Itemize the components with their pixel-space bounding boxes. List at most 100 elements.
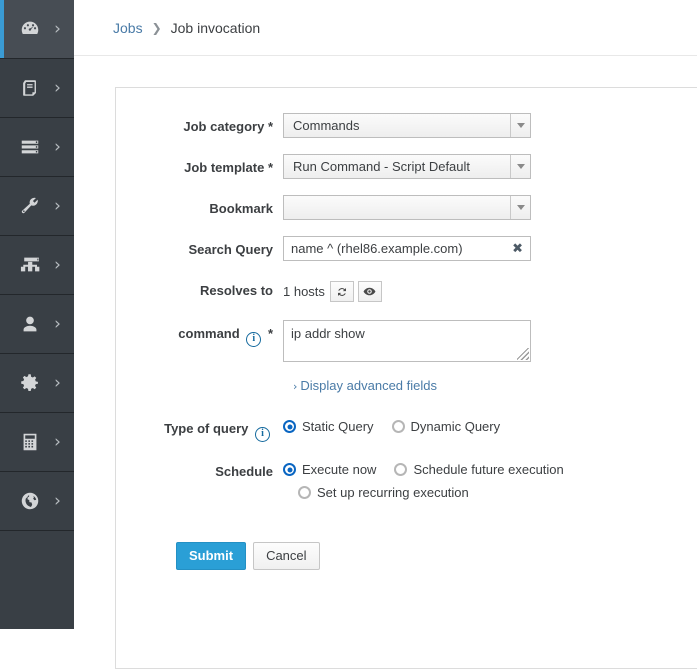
field-job-category: Job category * Commands — [116, 113, 676, 138]
radio-indicator[interactable] — [298, 486, 311, 499]
resolves-to-group: 1 hosts — [283, 277, 676, 304]
job-category-select[interactable]: Commands — [283, 113, 531, 138]
display-advanced-fields-link[interactable]: ›Display advanced fields — [293, 378, 437, 393]
chevron-right-icon: › — [293, 380, 297, 393]
field-job-template: Job template * Run Command - Script Defa… — [116, 154, 676, 179]
sidebar-item-calculator[interactable]: › — [0, 413, 74, 472]
job-template-value: Run Command - Script Default — [284, 159, 470, 174]
refresh-icon — [336, 286, 348, 298]
job-category-label: Job category * — [116, 113, 283, 135]
resize-handle-icon[interactable] — [517, 348, 529, 360]
monitor-dashboard-icon — [19, 18, 41, 40]
breadcrumb-current: Job invocation — [171, 20, 261, 36]
type-of-query-options: Static Query Dynamic Query — [283, 415, 676, 438]
clear-icon[interactable]: ✖ — [512, 242, 523, 255]
type-of-query-label-text: Type of query — [164, 421, 248, 436]
spacer — [116, 378, 293, 393]
gear-administer-icon — [19, 372, 41, 394]
chevron-right-icon: › — [54, 493, 61, 510]
sidebar-item-monitor[interactable]: › — [0, 0, 74, 59]
radio-schedule-future-label: Schedule future execution — [413, 462, 563, 477]
command-label: command i * — [116, 320, 283, 347]
job-template-label-text: Job template — [184, 160, 264, 175]
sidebar-item-globe[interactable]: › — [0, 472, 74, 531]
job-category-label-text: Job category — [183, 119, 264, 134]
globe-icon — [19, 490, 41, 512]
type-of-query-label: Type of query i — [116, 415, 283, 442]
field-bookmark: Bookmark — [116, 195, 676, 220]
refresh-button[interactable] — [330, 281, 354, 302]
required-asterisk: * — [268, 160, 273, 175]
chevron-right-icon: › — [54, 21, 61, 38]
cancel-button[interactable]: Cancel — [253, 542, 319, 570]
breadcrumb-link-jobs[interactable]: Jobs — [113, 20, 143, 36]
main-content: Jobs ❯ Job invocation Job category * Com… — [74, 0, 697, 629]
radio-static-query-label: Static Query — [302, 419, 374, 434]
field-command: command i * ip addr show — [116, 320, 676, 362]
preview-hosts-button[interactable] — [358, 281, 382, 302]
bookmark-select[interactable] — [283, 195, 531, 220]
chevron-right-icon: › — [54, 139, 61, 156]
required-asterisk: * — [268, 326, 273, 341]
resolves-to-label-text: Resolves to — [200, 283, 273, 298]
job-invocation-panel: Job category * Commands Job template — [115, 87, 697, 669]
sidebar-item-users[interactable]: › — [0, 295, 74, 354]
radio-execute-now[interactable]: Execute now — [283, 462, 376, 477]
advanced-fields-row: ›Display advanced fields — [116, 378, 676, 393]
eye-icon — [363, 285, 376, 298]
radio-static-query[interactable]: Static Query — [283, 419, 374, 434]
schedule-label: Schedule — [116, 458, 283, 480]
chevron-down-icon[interactable] — [510, 114, 530, 137]
radio-recurring-label: Set up recurring execution — [317, 485, 469, 500]
user-person-icon — [19, 313, 41, 335]
sidebar-item-content[interactable]: › — [0, 59, 74, 118]
network-infrastructure-icon — [19, 254, 41, 276]
chevron-right-icon: › — [54, 434, 61, 451]
chevron-down-icon[interactable] — [510, 155, 530, 178]
radio-indicator[interactable] — [392, 420, 405, 433]
job-invocation-form: Job category * Commands Job template — [116, 88, 676, 570]
server-hosts-icon — [19, 136, 41, 158]
radio-indicator[interactable] — [283, 420, 296, 433]
search-query-value: name ^ (rhel86.example.com) — [284, 241, 463, 256]
submit-button[interactable]: Submit — [176, 542, 246, 570]
schedule-options-row1: Execute now Schedule future execution — [283, 458, 676, 481]
job-template-label: Job template * — [116, 154, 283, 176]
info-icon[interactable]: i — [255, 427, 270, 442]
chevron-right-icon: › — [54, 375, 61, 392]
app-root: › › › › — [0, 0, 697, 629]
job-template-select[interactable]: Run Command - Script Default — [283, 154, 531, 179]
resolves-to-count: 1 hosts — [283, 284, 325, 299]
book-content-icon — [19, 77, 41, 99]
radio-indicator[interactable] — [283, 463, 296, 476]
calculator-icon — [19, 431, 41, 453]
command-label-text: command — [178, 326, 239, 341]
sidebar-item-hosts[interactable]: › — [0, 118, 74, 177]
resolves-to-label: Resolves to — [116, 277, 283, 299]
radio-dynamic-query[interactable]: Dynamic Query — [392, 419, 501, 434]
info-icon[interactable]: i — [246, 332, 261, 347]
command-value: ip addr show — [291, 326, 365, 341]
form-actions: Submit Cancel — [176, 542, 676, 570]
chevron-right-icon: › — [54, 316, 61, 333]
sidebar-item-configure[interactable]: › — [0, 177, 74, 236]
radio-dynamic-query-label: Dynamic Query — [411, 419, 501, 434]
chevron-down-icon[interactable] — [510, 196, 530, 219]
command-textarea[interactable]: ip addr show — [283, 320, 531, 362]
search-query-input[interactable]: name ^ (rhel86.example.com) ✖ — [283, 236, 531, 261]
radio-indicator[interactable] — [394, 463, 407, 476]
radio-execute-now-label: Execute now — [302, 462, 376, 477]
schedule-options-row2: Set up recurring execution — [283, 481, 676, 504]
required-asterisk: * — [268, 119, 273, 134]
chevron-right-icon: › — [54, 80, 61, 97]
sidebar: › › › › — [0, 0, 74, 629]
job-category-value: Commands — [284, 118, 359, 133]
sidebar-item-administer[interactable]: › — [0, 354, 74, 413]
radio-schedule-future[interactable]: Schedule future execution — [394, 462, 563, 477]
sidebar-item-infrastructure[interactable]: › — [0, 236, 74, 295]
radio-recurring[interactable]: Set up recurring execution — [298, 485, 469, 500]
chevron-right-icon: ❯ — [152, 21, 162, 35]
search-query-label-text: Search Query — [188, 242, 273, 257]
chevron-right-icon: › — [54, 257, 61, 274]
field-type-of-query: Type of query i Static Query Dynamic Que… — [116, 415, 676, 442]
